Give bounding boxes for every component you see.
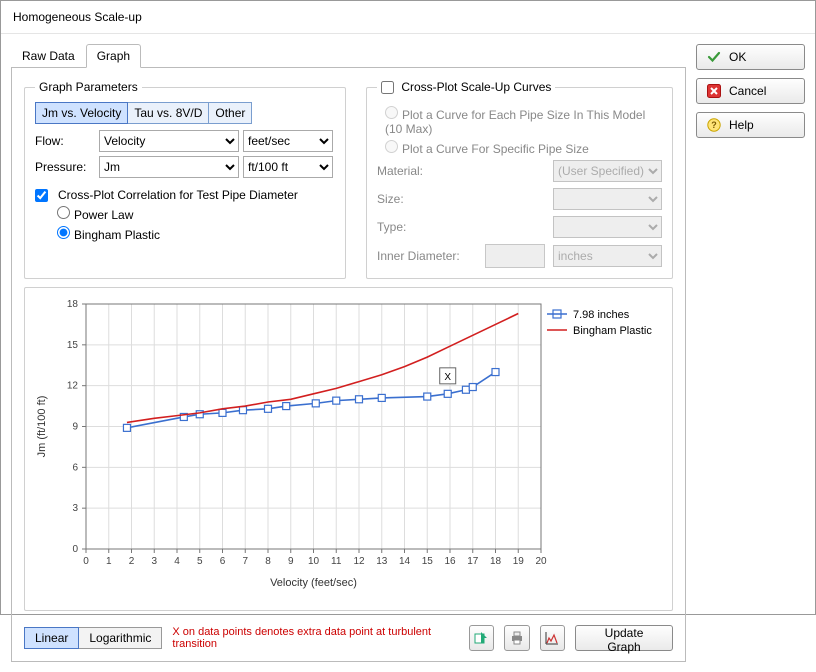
material-select: (User Specified) xyxy=(553,160,662,182)
svg-text:20: 20 xyxy=(535,556,547,567)
pressure-select[interactable]: Jm xyxy=(99,156,239,178)
plot-type-segmented: Jm vs. Velocity Tau vs. 8V/D Other xyxy=(35,102,335,124)
svg-text:14: 14 xyxy=(399,556,411,567)
cross-plot-correlation-label: Cross-Plot Correlation for Test Pipe Dia… xyxy=(58,188,298,202)
svg-text:X: X xyxy=(444,372,451,383)
type-select xyxy=(553,216,662,238)
opt-curve-specific-size: Plot a Curve For Specific Pipe Size xyxy=(385,140,662,156)
size-select xyxy=(553,188,662,210)
svg-text:?: ? xyxy=(711,120,717,130)
cross-plot-scaleup-checkbox[interactable] xyxy=(381,81,394,94)
svg-text:2: 2 xyxy=(129,556,135,567)
svg-text:15: 15 xyxy=(422,556,434,567)
svg-text:15: 15 xyxy=(67,340,79,351)
svg-text:9: 9 xyxy=(288,556,294,567)
svg-text:1: 1 xyxy=(106,556,112,567)
ok-button[interactable]: OK xyxy=(696,44,805,70)
power-law-option[interactable]: Power Law xyxy=(57,206,335,222)
x-icon xyxy=(707,84,721,98)
dialog-button-column: OK Cancel ?Help xyxy=(686,44,805,662)
bottom-toolbar: Linear Logarithmic X on data points deno… xyxy=(24,625,673,651)
svg-text:12: 12 xyxy=(353,556,365,567)
chart-options-icon-button[interactable] xyxy=(540,625,565,651)
opt-curve-each-size-radio xyxy=(385,106,398,119)
tab-bar: Raw Data Graph xyxy=(11,44,686,68)
svg-text:17: 17 xyxy=(467,556,479,567)
bingham-option[interactable]: Bingham Plastic xyxy=(57,226,335,242)
svg-text:12: 12 xyxy=(67,381,79,392)
pressure-label: Pressure: xyxy=(35,160,95,174)
help-icon: ? xyxy=(707,118,721,132)
inner-diameter-label: Inner Diameter: xyxy=(377,249,477,263)
svg-text:8: 8 xyxy=(265,556,271,567)
graph-panel: Graph Parameters Jm vs. Velocity Tau vs.… xyxy=(11,68,686,662)
svg-text:18: 18 xyxy=(490,556,502,567)
size-label: Size: xyxy=(377,192,477,206)
svg-text:7: 7 xyxy=(242,556,248,567)
cancel-button[interactable]: Cancel xyxy=(696,78,805,104)
tab-raw-data[interactable]: Raw Data xyxy=(11,44,86,68)
turbulent-transition-note: X on data points denotes extra data poin… xyxy=(172,626,448,650)
tab-graph[interactable]: Graph xyxy=(86,44,141,68)
flow-unit-select[interactable]: feet/sec xyxy=(243,130,333,152)
svg-text:19: 19 xyxy=(513,556,525,567)
svg-text:13: 13 xyxy=(376,556,388,567)
plot-type-jm-vs-velocity[interactable]: Jm vs. Velocity xyxy=(35,102,128,124)
svg-text:0: 0 xyxy=(72,544,78,555)
svg-text:11: 11 xyxy=(331,556,342,567)
graph-parameters-legend: Graph Parameters xyxy=(35,80,142,94)
pressure-unit-select[interactable]: ft/100 ft xyxy=(243,156,333,178)
svg-text:9: 9 xyxy=(72,422,78,433)
print-icon-button[interactable] xyxy=(504,625,529,651)
cross-plot-scaleup-group: Cross-Plot Scale-Up Curves Plot a Curve … xyxy=(366,80,673,279)
svg-text:6: 6 xyxy=(72,463,78,474)
export-icon-button[interactable] xyxy=(469,625,494,651)
cross-plot-correlation-checkbox[interactable] xyxy=(35,189,48,202)
svg-text:4: 4 xyxy=(174,556,180,567)
type-label: Type: xyxy=(377,220,477,234)
plot-type-tau-vs-8vd[interactable]: Tau vs. 8V/D xyxy=(128,102,209,124)
inner-diameter-input xyxy=(485,244,545,268)
axis-scale-toggle: Linear Logarithmic xyxy=(24,627,162,649)
check-icon xyxy=(707,50,721,64)
svg-text:Velocity (feet/sec): Velocity (feet/sec) xyxy=(270,577,357,589)
flow-select[interactable]: Velocity xyxy=(99,130,239,152)
svg-text:Jm (ft/100 ft): Jm (ft/100 ft) xyxy=(36,396,48,458)
dialog-window: Homogeneous Scale-up Raw Data Graph Grap… xyxy=(0,0,816,615)
inner-diameter-unit-select: inches xyxy=(553,245,662,267)
svg-text:0: 0 xyxy=(83,556,89,567)
help-button[interactable]: ?Help xyxy=(696,112,805,138)
chart-area: 0123456789101112131415161718192003691215… xyxy=(24,287,673,611)
cross-plot-scaleup-legend: Cross-Plot Scale-Up Curves xyxy=(377,80,555,94)
logarithmic-button[interactable]: Logarithmic xyxy=(79,627,162,649)
power-law-radio[interactable] xyxy=(57,206,70,219)
update-graph-button[interactable]: Update Graph xyxy=(575,625,673,651)
window-title: Homogeneous Scale-up xyxy=(1,1,815,34)
svg-text:Bingham Plastic: Bingham Plastic xyxy=(573,325,652,337)
chart-svg: 0123456789101112131415161718192003691215… xyxy=(31,294,671,594)
svg-text:3: 3 xyxy=(72,503,78,514)
svg-text:3: 3 xyxy=(151,556,157,567)
linear-button[interactable]: Linear xyxy=(24,627,79,649)
material-label: Material: xyxy=(377,164,477,178)
graph-parameters-group: Graph Parameters Jm vs. Velocity Tau vs.… xyxy=(24,80,346,279)
flow-label: Flow: xyxy=(35,134,95,148)
svg-text:7.98 inches: 7.98 inches xyxy=(573,309,630,321)
opt-curve-specific-size-radio xyxy=(385,140,398,153)
svg-text:5: 5 xyxy=(197,556,203,567)
svg-text:18: 18 xyxy=(67,299,79,310)
svg-text:16: 16 xyxy=(444,556,456,567)
bingham-radio[interactable] xyxy=(57,226,70,239)
opt-curve-each-size: Plot a Curve for Each Pipe Size In This … xyxy=(385,106,662,136)
svg-text:6: 6 xyxy=(220,556,226,567)
plot-type-other[interactable]: Other xyxy=(209,102,252,124)
svg-text:10: 10 xyxy=(308,556,320,567)
